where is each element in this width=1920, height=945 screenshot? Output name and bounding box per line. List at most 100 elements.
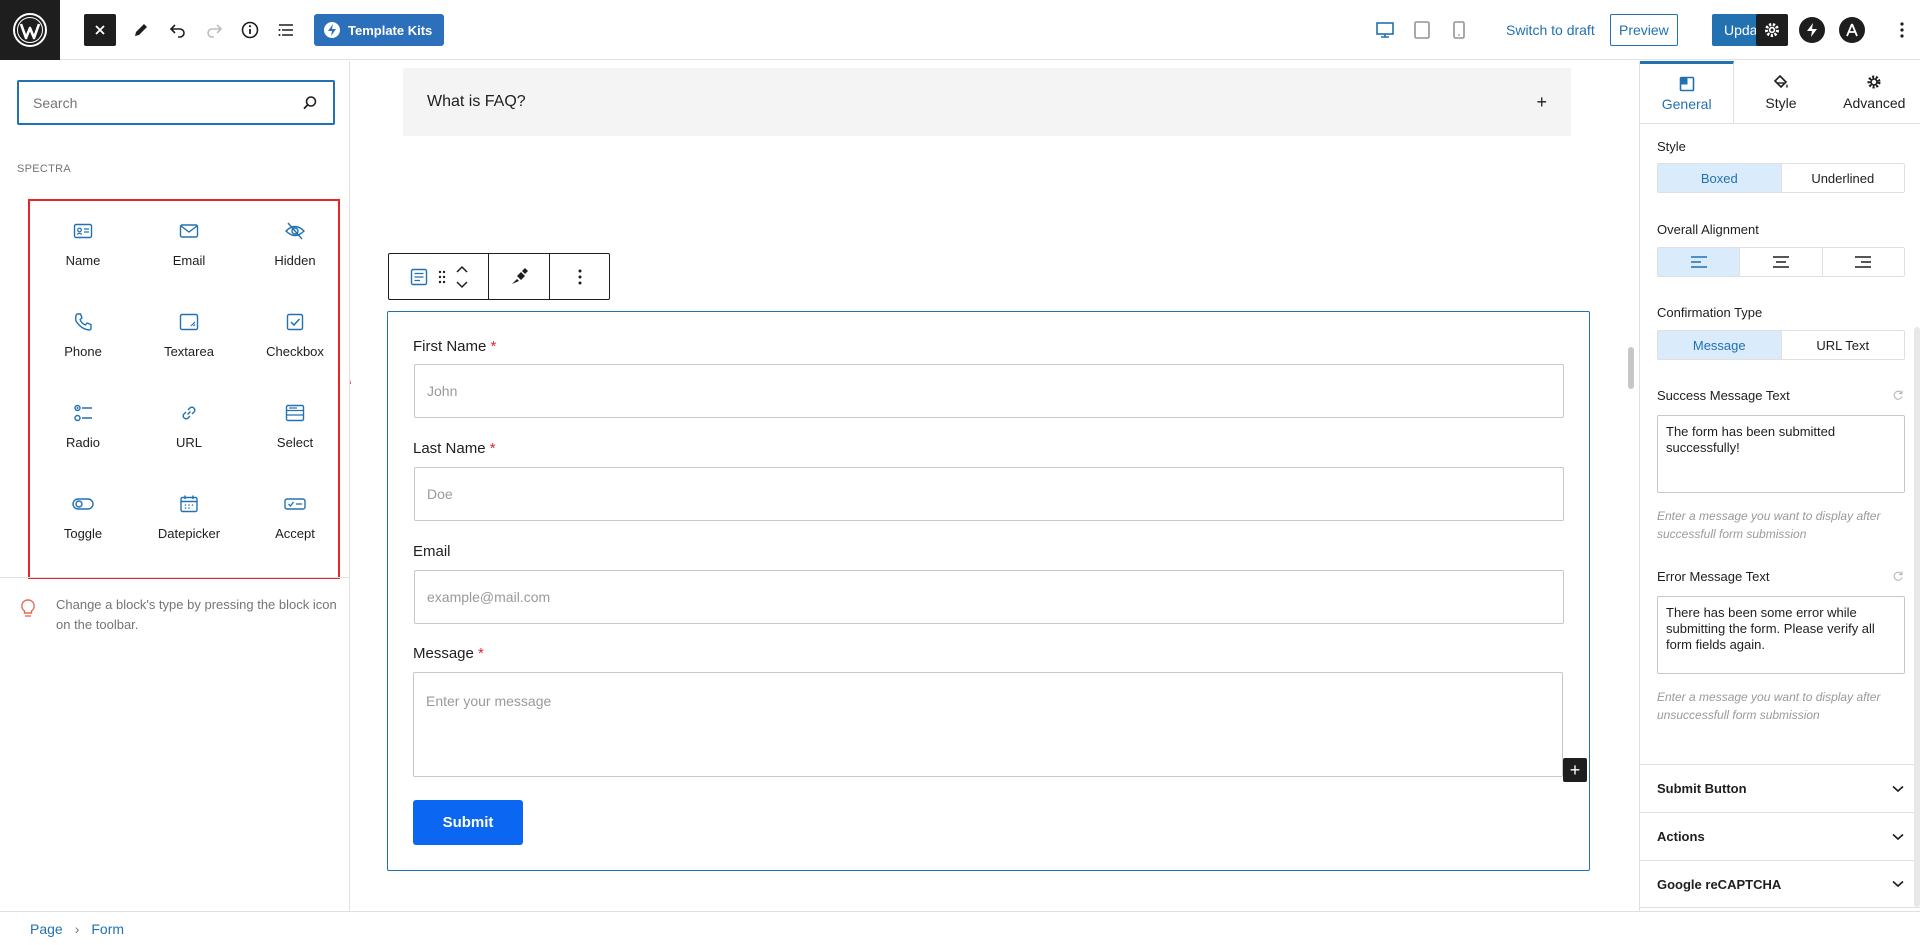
settings-scrollbar[interactable] xyxy=(1914,327,1920,907)
tip-text: Change a block's type by pressing the bl… xyxy=(56,597,337,632)
general-tab-icon xyxy=(1679,76,1694,91)
block-search-box[interactable] xyxy=(17,80,335,125)
block-toolbar-group xyxy=(389,254,489,299)
tab-style[interactable]: Style xyxy=(1734,61,1827,123)
block-checkbox[interactable]: Checkbox xyxy=(242,292,348,383)
block-accept[interactable]: Accept xyxy=(242,474,348,565)
last-name-label-text: Last Name xyxy=(413,440,486,457)
block-name[interactable]: Name xyxy=(30,201,136,292)
block-search-input[interactable] xyxy=(33,94,301,111)
panel-submit-button[interactable]: Submit Button xyxy=(1640,764,1920,812)
form-block[interactable]: First Name * Last Name * Email Message *… xyxy=(387,311,1590,871)
align-center-button[interactable] xyxy=(1740,248,1823,276)
block-hidden[interactable]: Hidden xyxy=(242,201,348,292)
message-textarea[interactable] xyxy=(413,672,1563,777)
spectra-icon xyxy=(1807,23,1817,37)
success-message-textarea[interactable]: The form has been submitted successfully… xyxy=(1657,415,1905,493)
close-inserter-button[interactable] xyxy=(84,14,116,46)
block-label: URL xyxy=(175,435,202,450)
block-phone[interactable]: Phone xyxy=(30,292,136,383)
drag-handle[interactable] xyxy=(437,269,447,285)
block-radio[interactable]: Radio xyxy=(30,383,136,474)
style-option-boxed[interactable]: Boxed xyxy=(1658,164,1782,192)
mobile-preview-button[interactable] xyxy=(1447,18,1471,42)
block-label: Select xyxy=(276,435,314,450)
message-label: Message * xyxy=(413,645,484,662)
panel-actions[interactable]: Actions xyxy=(1640,812,1920,860)
editor-top-bar: Template Kits Switch to draft Preview Up… xyxy=(0,0,1920,60)
first-name-label: First Name * xyxy=(413,338,496,355)
block-label: Toggle xyxy=(63,526,103,541)
settings-tabs: General Style Advanced xyxy=(1640,61,1920,124)
inserter-tip: Change a block's type by pressing the bl… xyxy=(18,595,338,635)
options-menu-button[interactable] xyxy=(1890,14,1914,46)
reset-icon[interactable] xyxy=(1892,389,1904,401)
panel-title: Actions xyxy=(1657,829,1705,844)
move-up-down-button[interactable] xyxy=(455,264,469,290)
tablet-preview-button[interactable] xyxy=(1410,18,1434,42)
more-vertical-icon xyxy=(1900,22,1904,38)
checkbox-icon xyxy=(283,310,307,334)
more-vertical-icon xyxy=(578,269,581,284)
undo-button[interactable] xyxy=(162,14,194,46)
block-options-button[interactable] xyxy=(550,254,609,299)
style-brush-button[interactable] xyxy=(489,254,550,299)
breadcrumb-item-form[interactable]: Form xyxy=(91,921,124,937)
spectra-plugin-button[interactable] xyxy=(1799,17,1825,43)
confirmation-option-url-text[interactable]: URL Text xyxy=(1782,331,1905,359)
confirmation-option-message[interactable]: Message xyxy=(1658,331,1782,359)
tab-advanced[interactable]: Advanced xyxy=(1828,61,1920,123)
success-message-label: Success Message Text xyxy=(1657,388,1790,403)
tab-general[interactable]: General xyxy=(1640,61,1735,123)
style-option-underlined[interactable]: Underlined xyxy=(1782,164,1905,192)
block-label: Checkbox xyxy=(266,344,324,359)
block-select[interactable]: Select xyxy=(242,383,348,474)
settings-button[interactable] xyxy=(1756,14,1788,46)
reset-icon[interactable] xyxy=(1892,570,1904,582)
add-block-button[interactable]: + xyxy=(1563,758,1587,782)
desktop-preview-button[interactable] xyxy=(1373,18,1397,42)
details-button[interactable] xyxy=(234,14,266,46)
confirmation-type-label: Confirmation Type xyxy=(1657,305,1763,320)
wordpress-logo[interactable] xyxy=(0,0,60,60)
url-icon xyxy=(177,401,201,425)
block-url[interactable]: URL xyxy=(136,383,242,474)
form-block-type-button[interactable] xyxy=(409,267,429,287)
last-name-label: Last Name * xyxy=(413,440,496,457)
last-name-input[interactable] xyxy=(414,467,1564,521)
textarea-icon xyxy=(177,310,201,334)
block-label: Name xyxy=(65,253,101,268)
search-icon xyxy=(303,95,317,109)
block-toggle[interactable]: Toggle xyxy=(30,474,136,565)
breadcrumb-separator: › xyxy=(74,920,80,937)
preview-button[interactable]: Preview xyxy=(1610,14,1678,46)
list-view-button[interactable] xyxy=(270,14,302,46)
block-datepicker[interactable]: Datepicker xyxy=(136,474,242,565)
category-label: SPECTRA xyxy=(17,163,72,175)
template-kits-label: Template Kits xyxy=(348,22,433,38)
radio-icon xyxy=(71,401,95,425)
block-textarea[interactable]: Textarea xyxy=(136,292,242,383)
spectra-form-blocks-highlight: Name Email Hidden Phone Textarea Checkbo… xyxy=(28,199,340,579)
astra-plugin-button[interactable] xyxy=(1839,17,1865,43)
accept-icon xyxy=(283,492,307,516)
tools-button[interactable] xyxy=(125,14,157,46)
panel-google-recaptcha[interactable]: Google reCAPTCHA xyxy=(1640,860,1920,908)
submit-button[interactable]: Submit xyxy=(413,800,523,845)
error-message-textarea[interactable]: There has been some error while submitti… xyxy=(1657,596,1905,674)
confirmation-type-toggle: Message URL Text xyxy=(1657,330,1905,360)
align-left-button[interactable] xyxy=(1658,248,1741,276)
canvas-scrollbar[interactable] xyxy=(1628,347,1634,389)
block-email[interactable]: Email xyxy=(136,201,242,292)
template-kits-button[interactable]: Template Kits xyxy=(314,14,445,46)
drag-handle-icon xyxy=(438,270,445,283)
faq-item[interactable]: What is FAQ? + xyxy=(403,68,1571,136)
breadcrumb-item-page[interactable]: Page xyxy=(30,921,63,937)
faq-expand-icon[interactable]: + xyxy=(1536,92,1547,113)
align-right-button[interactable] xyxy=(1823,248,1904,276)
switch-to-draft-link[interactable]: Switch to draft xyxy=(1506,22,1595,38)
email-input[interactable] xyxy=(414,570,1564,624)
redo-button[interactable] xyxy=(198,14,230,46)
first-name-input[interactable] xyxy=(414,364,1564,418)
desktop-icon xyxy=(1376,22,1394,38)
